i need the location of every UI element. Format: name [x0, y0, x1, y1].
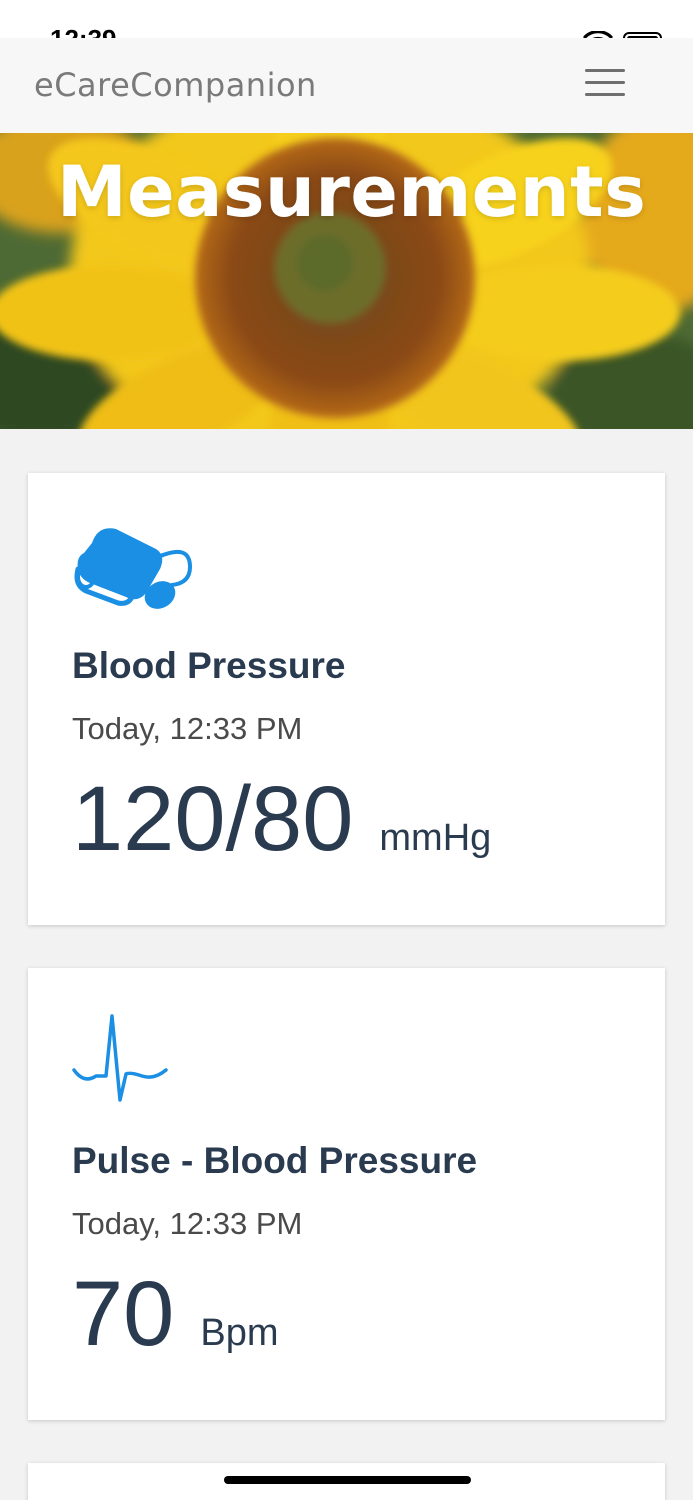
measurements-list: Blood Pressure Today, 12:33 PM 120/80 mm…: [0, 429, 693, 1500]
page-title: Measurements: [57, 151, 647, 233]
heartbeat-icon: [72, 1014, 168, 1102]
status-bar: 12:39: [0, 0, 693, 52]
hero-banner: Measurements: [0, 133, 693, 429]
app-title: eCareCompanion: [34, 66, 317, 104]
card-timestamp: Today, 12:33 PM: [72, 711, 303, 746]
home-indicator[interactable]: [224, 1476, 471, 1484]
blood-pressure-cuff-icon: [74, 528, 193, 609]
hamburger-menu-button[interactable]: [585, 69, 627, 99]
measurement-unit: mmHg: [379, 817, 492, 859]
menu-bar-icon: [585, 69, 625, 72]
app-header: eCareCompanion: [0, 38, 693, 133]
menu-bar-icon: [585, 93, 625, 96]
measurement-value: 120/80: [72, 768, 354, 870]
card-value-row: 70 Bpm: [72, 1268, 278, 1360]
card-value-row: 120/80 mmHg: [72, 773, 491, 865]
measurement-value: 70: [72, 1263, 175, 1365]
menu-bar-icon: [585, 81, 625, 84]
card-title: Pulse - Blood Pressure: [72, 1140, 478, 1181]
measurement-card-pulse[interactable]: Pulse - Blood Pressure Today, 12:33 PM 7…: [28, 968, 665, 1420]
measurement-unit: Bpm: [200, 1312, 279, 1354]
card-title: Blood Pressure: [72, 645, 346, 686]
card-timestamp: Today, 12:33 PM: [72, 1206, 303, 1241]
measurement-card-blood-pressure[interactable]: Blood Pressure Today, 12:33 PM 120/80 mm…: [28, 473, 665, 925]
